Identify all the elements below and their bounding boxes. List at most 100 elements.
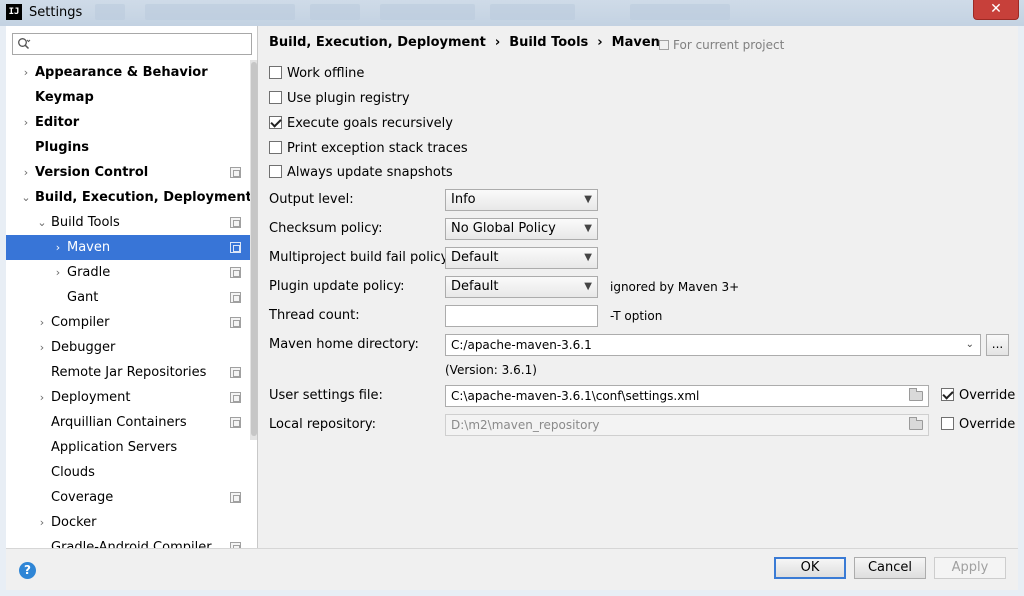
sidebar-item-label: Application Servers xyxy=(51,440,178,455)
sidebar-item-docker[interactable]: › Docker xyxy=(6,510,250,535)
execute-goals-checkbox[interactable] xyxy=(269,116,282,129)
always-update-label: Always update snapshots xyxy=(287,165,453,180)
sidebar-item-label: Gradle xyxy=(67,265,111,280)
sidebar-item-build-tools[interactable]: ⌄ Build Tools xyxy=(6,210,250,235)
scrollbar-thumb[interactable] xyxy=(251,62,257,436)
project-scope-icon xyxy=(230,217,241,228)
chevron-right-icon[interactable]: › xyxy=(36,385,48,410)
search-input[interactable] xyxy=(12,33,252,55)
ok-button[interactable]: OK xyxy=(774,557,846,579)
output-level-value: Info xyxy=(451,192,476,207)
local-repository-label: Local repository: xyxy=(269,417,376,432)
dropdown-arrow-icon: ⌄ xyxy=(965,339,974,350)
work-offline-label: Work offline xyxy=(287,66,365,81)
chevron-right-icon[interactable]: › xyxy=(20,160,32,185)
cancel-button[interactable]: Cancel xyxy=(854,557,926,579)
user-settings-value: C:\apache-maven-3.6.1\conf\settings.xml xyxy=(451,389,700,403)
sidebar-scrollbar[interactable] xyxy=(250,60,257,440)
work-offline-checkbox[interactable] xyxy=(269,66,282,79)
chevron-right-icon[interactable]: › xyxy=(36,335,48,360)
output-level-select[interactable]: Info ▼ xyxy=(445,189,598,211)
use-plugin-registry-checkbox[interactable] xyxy=(269,91,282,104)
thread-count-input[interactable] xyxy=(445,305,598,327)
local-repository-override-label: Override xyxy=(959,417,1016,432)
always-update-checkbox[interactable] xyxy=(269,165,282,178)
dialog-footer: ? OK Cancel Apply xyxy=(6,548,1018,590)
project-scope-icon xyxy=(230,367,241,378)
sidebar-item-plugins[interactable]: Plugins xyxy=(6,135,250,160)
user-settings-label: User settings file: xyxy=(269,388,383,403)
maven-home-combo[interactable]: C:/apache-maven-3.6.1 ⌄ xyxy=(445,334,981,356)
breadcrumb-item: Build Tools xyxy=(509,35,589,50)
close-icon: ✕ xyxy=(990,1,1002,17)
chevron-right-icon[interactable]: › xyxy=(52,235,64,260)
background-tab xyxy=(490,4,575,20)
sidebar-item-label: Maven xyxy=(67,240,111,255)
background-tab xyxy=(380,4,475,20)
sidebar-item-gant[interactable]: Gant xyxy=(6,285,250,310)
chevron-right-icon[interactable]: › xyxy=(36,510,48,535)
breadcrumb: Build, Execution, Deployment › Build Tools… xyxy=(269,35,660,50)
chevron-down-icon[interactable]: ⌄ xyxy=(36,210,48,235)
user-settings-override-option[interactable]: Override xyxy=(941,386,1015,406)
background-taskbar xyxy=(85,2,965,22)
window-title: Settings xyxy=(29,5,83,20)
sidebar-item-maven[interactable]: › Maven xyxy=(6,235,250,260)
multiproject-fail-value: Default xyxy=(451,250,499,265)
sidebar-item-compiler[interactable]: › Compiler xyxy=(6,310,250,335)
sidebar-item-remote-jar-repositories[interactable]: Remote Jar Repositories xyxy=(6,360,250,385)
chevron-down-icon[interactable]: ⌄ xyxy=(20,185,32,210)
project-scope-label: For current project xyxy=(673,38,785,52)
sidebar-item-gradle-android-compiler[interactable]: Gradle-Android Compiler xyxy=(6,535,250,548)
sidebar-item-appearance-behavior[interactable]: › Appearance & Behavior xyxy=(6,60,250,85)
sidebar-item-arquillian-containers[interactable]: Arquillian Containers xyxy=(6,410,250,435)
sidebar-item-gradle[interactable]: › Gradle xyxy=(6,260,250,285)
sidebar-item-label: Plugins xyxy=(35,140,89,155)
sidebar-item-application-servers[interactable]: Application Servers xyxy=(6,435,250,460)
sidebar-item-label: Build, Execution, Deployment xyxy=(35,190,252,205)
checksum-policy-value: No Global Policy xyxy=(451,221,556,236)
plugin-update-select[interactable]: Default ▼ xyxy=(445,276,598,298)
apply-button[interactable]: Apply xyxy=(934,557,1006,579)
local-repository-input[interactable]: D:\m2\maven_repository xyxy=(445,414,929,436)
work-offline-option[interactable]: Work offline xyxy=(269,64,364,84)
sidebar-item-keymap[interactable]: Keymap xyxy=(6,85,250,110)
local-repository-override-option[interactable]: Override xyxy=(941,415,1015,435)
output-level-label: Output level: xyxy=(269,192,354,207)
sidebar-item-coverage[interactable]: Coverage xyxy=(6,485,250,510)
print-exception-checkbox[interactable] xyxy=(269,141,282,154)
folder-icon[interactable] xyxy=(909,388,923,401)
sidebar-item-editor[interactable]: › Editor xyxy=(6,110,250,135)
print-exception-label: Print exception stack traces xyxy=(287,141,468,156)
sidebar-item-label: Coverage xyxy=(51,490,114,505)
local-repository-value: D:\m2\maven_repository xyxy=(451,418,600,432)
local-repository-override-checkbox[interactable] xyxy=(941,417,954,430)
project-scope-icon xyxy=(230,417,241,428)
execute-goals-option[interactable]: Execute goals recursively xyxy=(269,114,453,134)
project-scope-icon xyxy=(230,267,241,278)
help-icon[interactable]: ? xyxy=(19,562,36,579)
chevron-right-icon[interactable]: › xyxy=(52,260,64,285)
chevron-right-icon[interactable]: › xyxy=(36,310,48,335)
print-exception-option[interactable]: Print exception stack traces xyxy=(269,139,468,159)
close-button[interactable]: ✕ xyxy=(973,0,1019,20)
sidebar-item-build-execution-deployment[interactable]: ⌄ Build, Execution, Deployment xyxy=(6,185,252,210)
user-settings-override-checkbox[interactable] xyxy=(941,388,954,401)
maven-home-browse-button[interactable]: ... xyxy=(986,334,1009,356)
chevron-right-icon[interactable]: › xyxy=(20,110,32,135)
sidebar-item-debugger[interactable]: › Debugger xyxy=(6,335,250,360)
use-plugin-registry-option[interactable]: Use plugin registry xyxy=(269,89,410,109)
multiproject-fail-select[interactable]: Default ▼ xyxy=(445,247,598,269)
always-update-option[interactable]: Always update snapshots xyxy=(269,163,453,183)
background-tab xyxy=(145,4,295,20)
folder-icon[interactable] xyxy=(909,417,923,430)
sidebar-item-clouds[interactable]: Clouds xyxy=(6,460,250,485)
sidebar-item-label: Gant xyxy=(67,290,99,305)
sidebar-item-version-control[interactable]: › Version Control xyxy=(6,160,250,185)
checksum-policy-select[interactable]: No Global Policy ▼ xyxy=(445,218,598,240)
user-settings-input[interactable]: C:\apache-maven-3.6.1\conf\settings.xml xyxy=(445,385,929,407)
title-bar: IJ Settings ✕ xyxy=(0,0,1024,26)
chevron-right-icon[interactable]: › xyxy=(20,60,32,85)
sidebar-item-deployment[interactable]: › Deployment xyxy=(6,385,250,410)
multiproject-fail-label: Multiproject build fail policy: xyxy=(269,250,452,265)
